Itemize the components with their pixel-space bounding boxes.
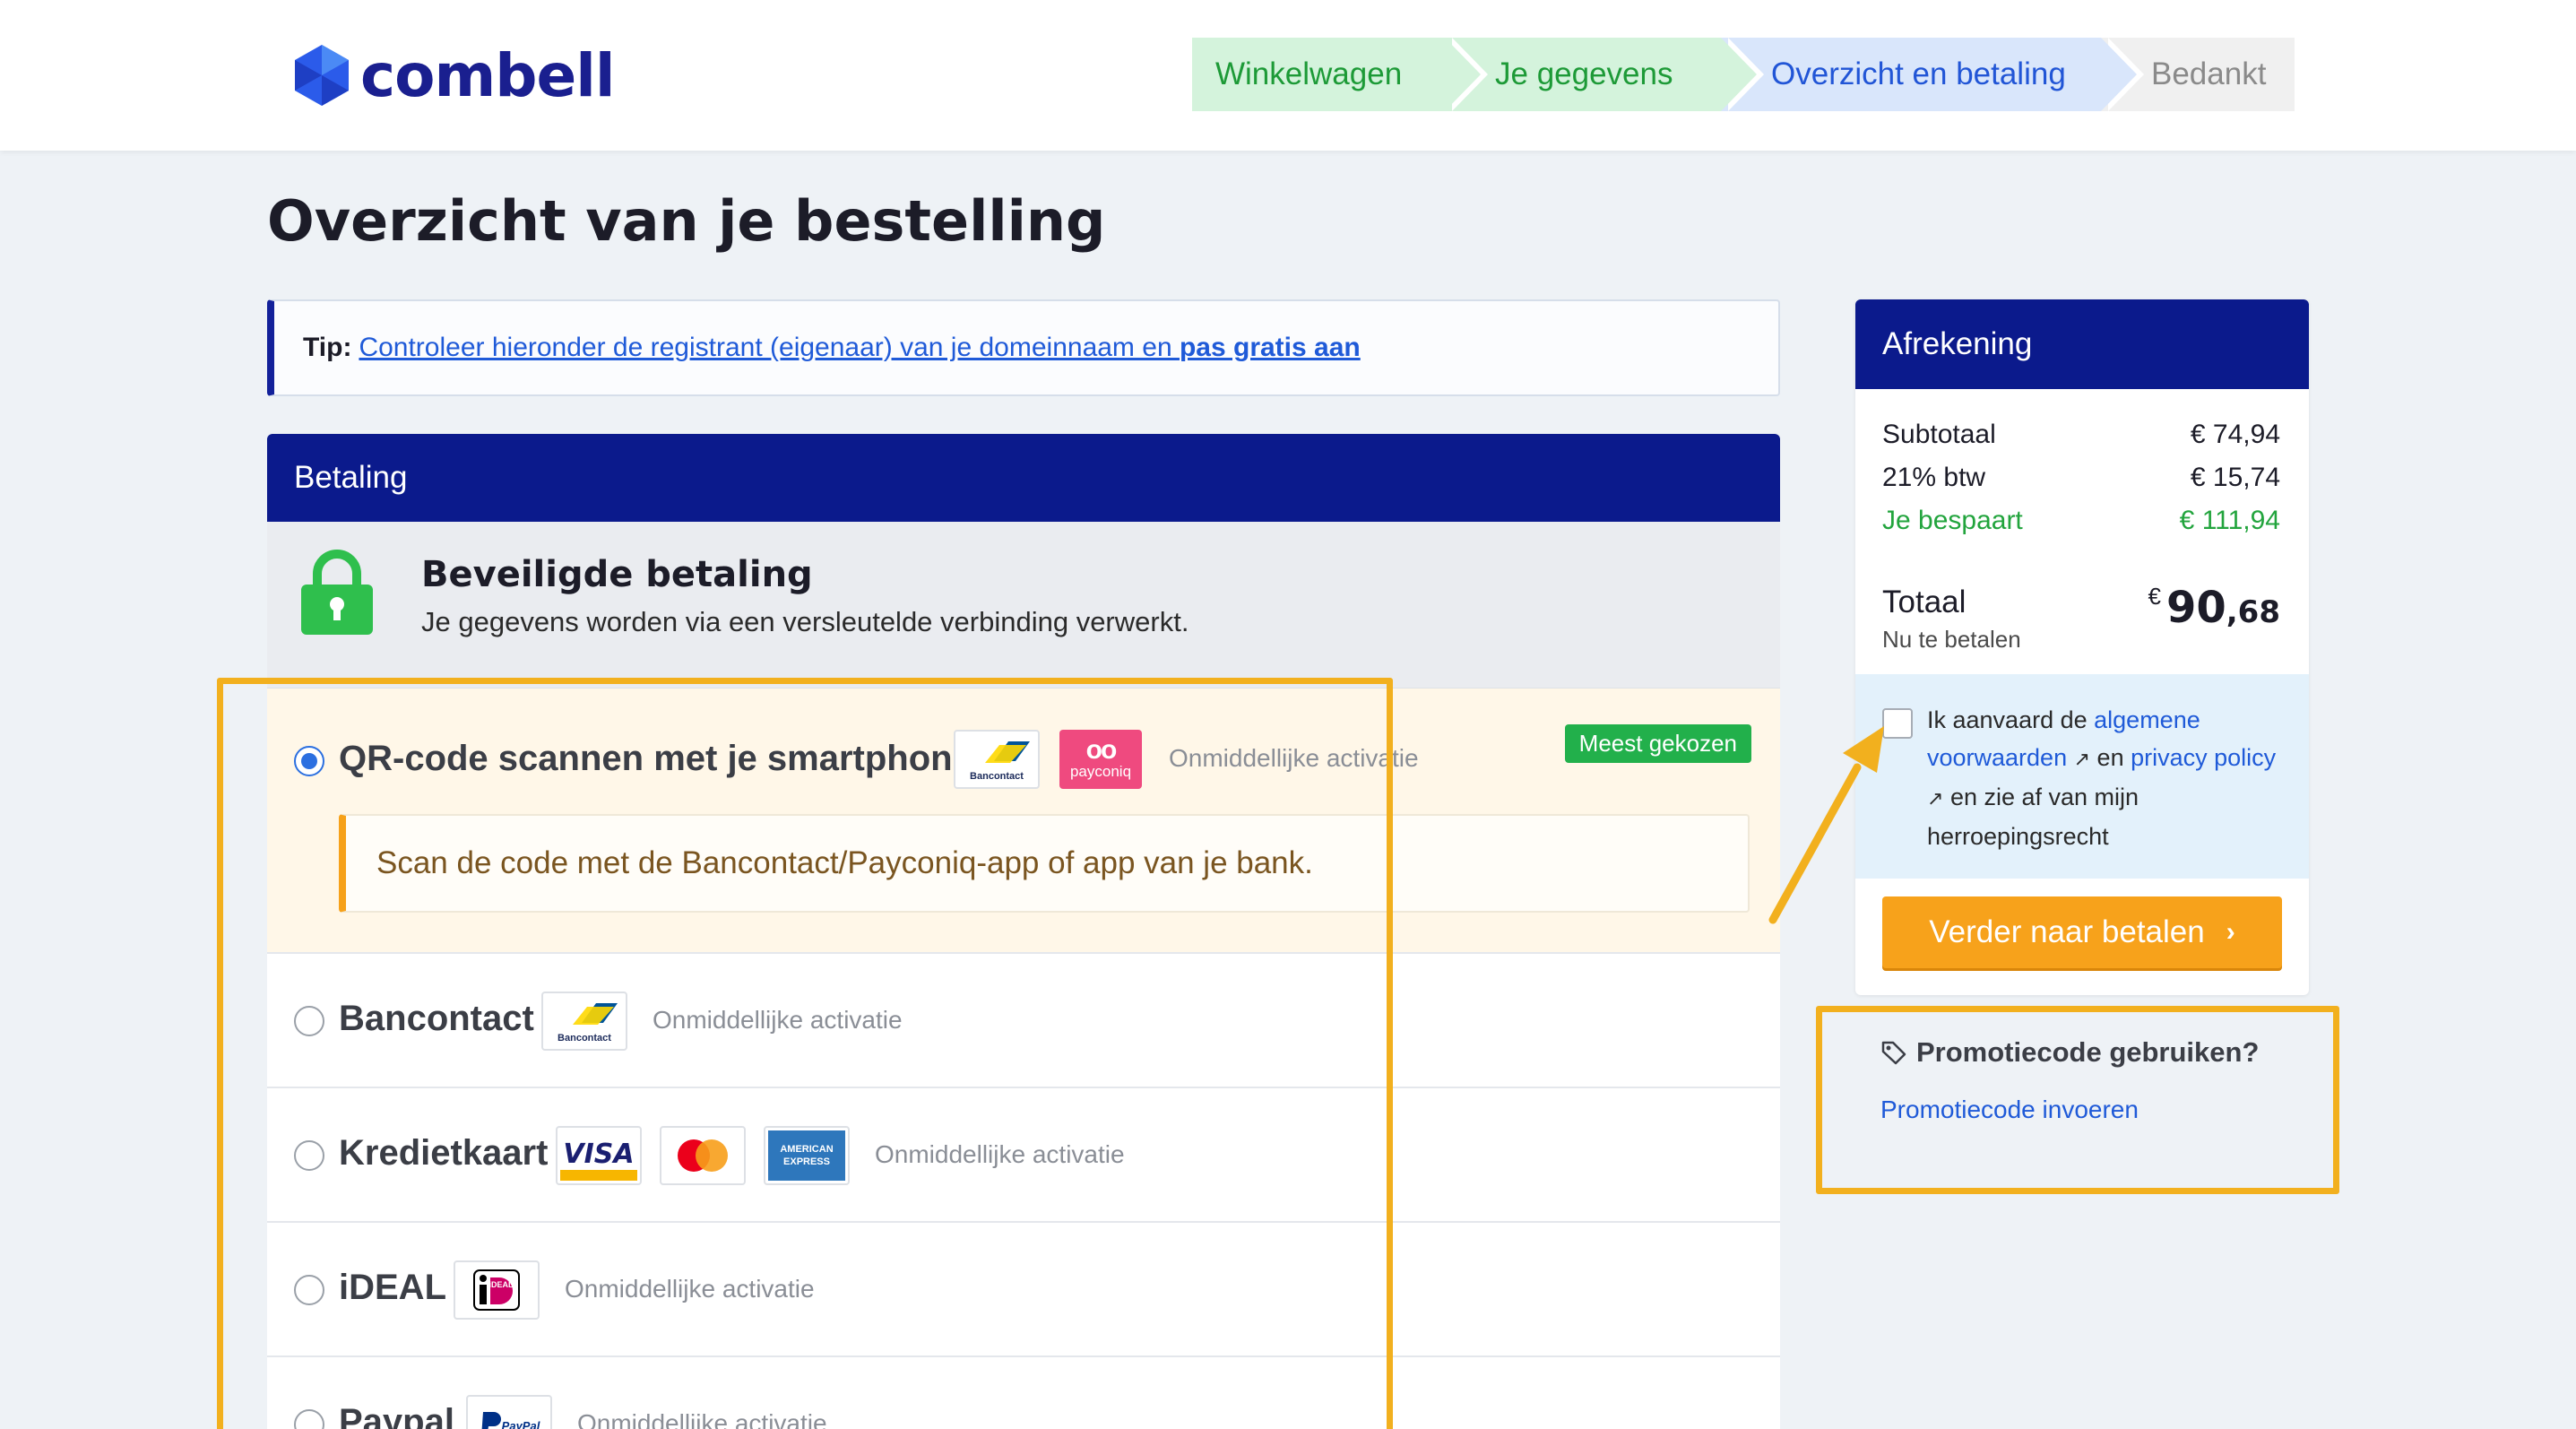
step-label: Bedankt bbox=[2151, 56, 2267, 91]
promo-title-text: Promotiecode gebruiken? bbox=[1916, 1036, 2260, 1068]
proceed-to-payment-button[interactable]: Verder naar betalen › bbox=[1882, 896, 2282, 968]
svg-text:VISA: VISA bbox=[563, 1139, 634, 1170]
subtotal-label: Subtotaal bbox=[1882, 420, 1996, 449]
method-activation: Onmiddellijke activatie bbox=[1169, 744, 1419, 772]
tag-icon bbox=[1881, 1041, 1906, 1065]
paypal-logo: PayPal bbox=[466, 1395, 552, 1429]
vat-label: 21% btw bbox=[1882, 463, 1986, 492]
enter-promo-code-link[interactable]: Promotiecode invoeren bbox=[1880, 1096, 2139, 1124]
mastercard-logo bbox=[660, 1126, 746, 1185]
paypal-radio[interactable] bbox=[294, 1409, 324, 1429]
method-name: Paypal bbox=[339, 1402, 454, 1429]
total-value: €90,68 bbox=[2148, 583, 2281, 633]
tip-link-bold: pas gratis aan bbox=[1179, 333, 1361, 362]
tip-prefix: Tip: bbox=[303, 333, 352, 362]
external-link-icon: ↗ bbox=[1927, 787, 1944, 810]
secure-subtitle: Je gegevens worden via een versleutelde … bbox=[421, 606, 1189, 637]
scan-instruction: Scan de code met de Bancontact/Payconiq-… bbox=[339, 814, 1750, 913]
payconiq-icon: oo bbox=[1085, 735, 1118, 765]
bancontact-logo: Bancontact bbox=[954, 730, 1040, 789]
checkout-steps: Winkelwagen Je gegevens Overzicht en bet… bbox=[1192, 38, 2295, 111]
svg-text:EXPRESS: EXPRESS bbox=[783, 1156, 830, 1167]
chevron-right-icon: › bbox=[2226, 917, 2235, 947]
terms-text-2: en bbox=[2090, 744, 2131, 771]
amex-logo: AMERICAN EXPRESS bbox=[764, 1126, 850, 1185]
payment-method-kredietkaart[interactable]: Kredietkaart VISA AMERICAN EXPRESS Onmid… bbox=[267, 1088, 1780, 1223]
payconiq-logo: oo payconiq bbox=[1059, 730, 1142, 789]
svg-text:iDEAL: iDEAL bbox=[489, 1280, 514, 1289]
subtotal-value: € 74,94 bbox=[2190, 420, 2280, 449]
method-name: Bancontact bbox=[339, 999, 534, 1038]
savings-label: Je bespaart bbox=[1882, 506, 2023, 535]
bancontact-logo: Bancontact bbox=[541, 992, 627, 1051]
tip-link-text: Controleer hieronder de registrant (eige… bbox=[359, 333, 1180, 362]
savings-row: Je bespaart € 111,94 bbox=[1882, 506, 2280, 536]
bancontact-radio[interactable] bbox=[294, 1006, 324, 1036]
combell-logo[interactable]: combell bbox=[292, 39, 615, 111]
ideal-radio[interactable] bbox=[294, 1275, 324, 1305]
registrant-tip-link[interactable]: Controleer hieronder de registrant (eige… bbox=[359, 333, 1360, 363]
payment-method-paypal[interactable]: Paypal PayPal Onmiddellijke activatie bbox=[267, 1357, 1780, 1429]
method-activation: Onmiddellijke activatie bbox=[653, 1006, 903, 1034]
svg-text:Bancontact: Bancontact bbox=[558, 1033, 611, 1044]
step-label: Winkelwagen bbox=[1215, 56, 1403, 91]
method-name: Kredietkaart bbox=[339, 1133, 549, 1173]
vat-row: 21% btw € 15,74 bbox=[1882, 463, 2280, 493]
ideal-logo: iDEAL bbox=[454, 1260, 540, 1320]
top-bar: combell Winkelwagen Je gegevens Overzich… bbox=[0, 0, 2576, 151]
payment-header: Betaling bbox=[267, 434, 1780, 522]
arrow-annotation bbox=[1768, 726, 1884, 924]
payment-method-qr[interactable]: QR-code scannen met je smartphone Bancon… bbox=[267, 689, 1780, 954]
method-activation: Onmiddellijke activatie bbox=[565, 1275, 815, 1303]
total-currency: € bbox=[2148, 583, 2161, 610]
brand-name: combell bbox=[360, 40, 615, 110]
payment-method-bancontact[interactable]: Bancontact Bancontact Onmiddellijke acti… bbox=[267, 954, 1780, 1088]
vat-value: € 15,74 bbox=[2190, 463, 2280, 492]
checkout-summary: Afrekening Subtotaal € 74,94 21% btw € 1… bbox=[1855, 299, 2309, 995]
secure-payment-banner: Beveiligde betaling Je gegevens worden v… bbox=[267, 522, 1780, 689]
most-chosen-badge: Meest gekozen bbox=[1564, 724, 1751, 763]
combell-hexagon-icon bbox=[295, 45, 349, 106]
method-name: iDEAL bbox=[339, 1268, 446, 1307]
privacy-policy-link[interactable]: privacy policy bbox=[2131, 744, 2276, 771]
total-label: Totaal bbox=[1882, 585, 1967, 619]
method-name: QR-code scannen met je smartphone bbox=[339, 739, 972, 778]
terms-text-1: Ik aanvaard de bbox=[1927, 706, 2095, 733]
payment-card: Betaling Beveiligde betaling Je gegevens… bbox=[267, 434, 1780, 1429]
payment-method-ideal[interactable]: iDEAL iDEAL Onmiddellijke activatie bbox=[267, 1223, 1780, 1357]
total-decimal: ,68 bbox=[2226, 594, 2280, 630]
savings-value: € 111,94 bbox=[2179, 506, 2280, 535]
tip-banner: Tip: Controleer hieronder de registrant … bbox=[267, 299, 1780, 396]
checkout-header: Afrekening bbox=[1855, 299, 2309, 389]
total-whole: 90 bbox=[2165, 583, 2226, 633]
qr-radio[interactable] bbox=[294, 746, 324, 776]
step-label: Je gegevens bbox=[1495, 56, 1673, 91]
terms-text-3: en zie af van mijn herroepingsrecht bbox=[1927, 784, 2139, 850]
visa-logo: VISA bbox=[556, 1126, 642, 1185]
lock-icon bbox=[301, 550, 373, 635]
secure-title: Beveiligde betaling bbox=[421, 554, 813, 595]
step-label: Overzicht en betaling bbox=[1771, 56, 2066, 91]
step-winkelwagen[interactable]: Winkelwagen bbox=[1192, 38, 1488, 111]
method-activation: Onmiddellijke activatie bbox=[875, 1140, 1125, 1168]
svg-text:PayPal: PayPal bbox=[502, 1419, 540, 1429]
step-overzicht-en-betaling: Overzicht en betaling bbox=[1721, 38, 2144, 111]
external-link-icon: ↗ bbox=[2073, 748, 2091, 770]
page-title: Overzicht van je bestelling bbox=[267, 188, 1106, 254]
terms-box: Ik aanvaard de algemene voorwaarden ↗ en… bbox=[1855, 674, 2309, 879]
promo-title: Promotiecode gebruiken? bbox=[1880, 1036, 2259, 1069]
svg-text:AMERICAN: AMERICAN bbox=[780, 1144, 833, 1155]
terms-text: Ik aanvaard de algemene voorwaarden ↗ en… bbox=[1927, 701, 2286, 855]
payconiq-text: payconiq bbox=[1069, 763, 1132, 780]
pay-button-label: Verder naar betalen bbox=[1929, 914, 2205, 949]
svg-text:Bancontact: Bancontact bbox=[970, 771, 1024, 782]
kredietkaart-radio[interactable] bbox=[294, 1140, 324, 1171]
subtotal-row: Subtotaal € 74,94 bbox=[1882, 420, 2280, 450]
total-subtitle: Nu te betalen bbox=[1882, 626, 2021, 653]
method-activation: Onmiddellijke activatie bbox=[577, 1409, 827, 1429]
